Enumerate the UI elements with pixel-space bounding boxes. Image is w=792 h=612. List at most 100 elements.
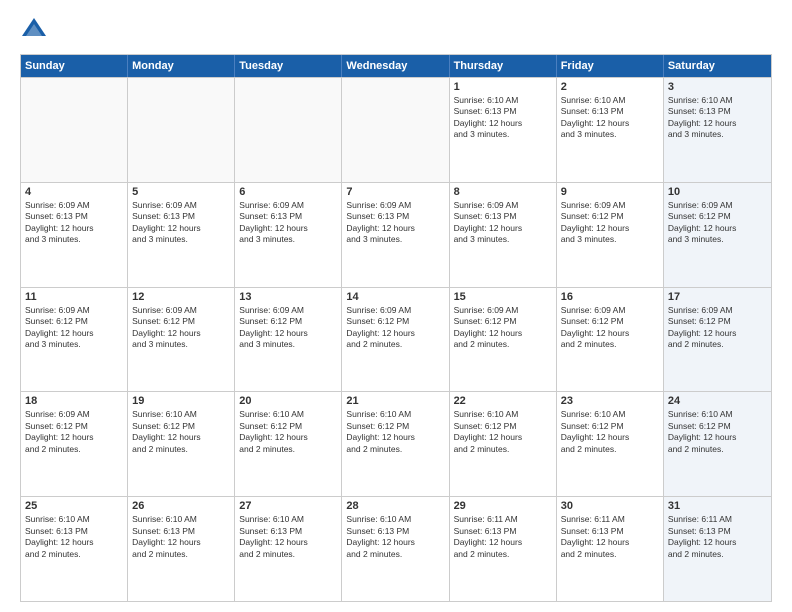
calendar-cell-week2-day3: 6 Sunrise: 6:09 AMSunset: 6:13 PMDaylight… [235, 183, 342, 287]
day-number: 21 [346, 395, 444, 407]
calendar-row-1: 1Sunrise: 6:10 AMSunset: 6:13 PMDaylight… [21, 77, 771, 182]
calendar-cell-week5-day1: 25Sunrise: 6:10 AMSunset: 6:13 PMDayligh… [21, 497, 128, 601]
calendar-cell-week1-day3 [235, 78, 342, 182]
calendar-cell-week1-day5: 1Sunrise: 6:10 AMSunset: 6:13 PMDaylight… [450, 78, 557, 182]
calendar-cell-week5-day4: 28 Sunrise: 6:10 AMSunset: 6:13 PMDayligh… [342, 497, 449, 601]
day-number: 12 [132, 291, 230, 303]
calendar-cell-week2-day6: 9 Sunrise: 6:09 AMSunset: 6:12 PMDaylight… [557, 183, 664, 287]
day-info: Sunrise: 6:09 AMSunset: 6:13 PMDaylight:… [346, 200, 444, 246]
day-number: 28 [346, 500, 444, 512]
header-day-monday: Monday [128, 55, 235, 77]
day-number: 2 [561, 81, 659, 93]
calendar-cell-week2-day5: 8 Sunrise: 6:09 AMSunset: 6:13 PMDaylight… [450, 183, 557, 287]
calendar-cell-week2-day2: 5 Sunrise: 6:09 AMSunset: 6:13 PMDaylight… [128, 183, 235, 287]
calendar-cell-week5-day5: 29Sunrise: 6:11 AMSunset: 6:13 PMDayligh… [450, 497, 557, 601]
calendar-cell-week3-day1: 11Sunrise: 6:09 AMSunset: 6:12 PMDayligh… [21, 288, 128, 392]
day-number: 15 [454, 291, 552, 303]
day-info: Sunrise: 6:09 AMSunset: 6:12 PMDaylight:… [132, 305, 230, 351]
calendar-cell-week3-day4: 14 Sunrise: 6:09 AMSunset: 6:12 PMDayligh… [342, 288, 449, 392]
day-info: Sunrise: 6:09 AMSunset: 6:12 PMDaylight:… [668, 200, 767, 246]
day-number: 9 [561, 186, 659, 198]
calendar-cell-week4-day3: 20 Sunrise: 6:10 AMSunset: 6:12 PMDayligh… [235, 392, 342, 496]
day-info: Sunrise: 6:09 AMSunset: 6:12 PMDaylight:… [239, 305, 337, 351]
day-info: Sunrise: 6:10 AMSunset: 6:13 PMDaylight:… [132, 514, 230, 560]
calendar: SundayMondayTuesdayWednesdayThursdayFrid… [20, 54, 772, 602]
day-info: Sunrise: 6:09 AMSunset: 6:12 PMDaylight:… [561, 305, 659, 351]
header-day-wednesday: Wednesday [342, 55, 449, 77]
calendar-cell-week4-day5: 22 Sunrise: 6:10 AMSunset: 6:12 PMDayligh… [450, 392, 557, 496]
day-number: 27 [239, 500, 337, 512]
calendar-row-2: 4 Sunrise: 6:09 AMSunset: 6:13 PMDaylight… [21, 182, 771, 287]
header [20, 16, 772, 44]
day-info: Sunrise: 6:09 AMSunset: 6:12 PMDaylight:… [561, 200, 659, 246]
day-number: 14 [346, 291, 444, 303]
day-number: 20 [239, 395, 337, 407]
day-number: 29 [454, 500, 552, 512]
calendar-cell-week4-day1: 18 Sunrise: 6:09 AMSunset: 6:12 PMDayligh… [21, 392, 128, 496]
day-info: Sunrise: 6:09 AMSunset: 6:12 PMDaylight:… [346, 305, 444, 351]
calendar-cell-week3-day2: 12 Sunrise: 6:09 AMSunset: 6:12 PMDayligh… [128, 288, 235, 392]
calendar-cell-week3-day5: 15 Sunrise: 6:09 AMSunset: 6:12 PMDayligh… [450, 288, 557, 392]
header-day-saturday: Saturday [664, 55, 771, 77]
calendar-cell-week4-day7: 24Sunrise: 6:10 AMSunset: 6:12 PMDayligh… [664, 392, 771, 496]
calendar-cell-week4-day6: 23 Sunrise: 6:10 AMSunset: 6:12 PMDayligh… [557, 392, 664, 496]
day-number: 30 [561, 500, 659, 512]
calendar-cell-week3-day7: 17 Sunrise: 6:09 AMSunset: 6:12 PMDayligh… [664, 288, 771, 392]
calendar-cell-week5-day3: 27 Sunrise: 6:10 AMSunset: 6:13 PMDayligh… [235, 497, 342, 601]
day-number: 22 [454, 395, 552, 407]
day-info: Sunrise: 6:09 AMSunset: 6:12 PMDaylight:… [454, 305, 552, 351]
day-info: Sunrise: 6:09 AMSunset: 6:12 PMDaylight:… [25, 409, 123, 455]
day-number: 16 [561, 291, 659, 303]
calendar-cell-week1-day6: 2 Sunrise: 6:10 AMSunset: 6:13 PMDaylight… [557, 78, 664, 182]
calendar-row-3: 11Sunrise: 6:09 AMSunset: 6:12 PMDayligh… [21, 287, 771, 392]
day-number: 18 [25, 395, 123, 407]
day-info: Sunrise: 6:09 AMSunset: 6:13 PMDaylight:… [239, 200, 337, 246]
day-number: 17 [668, 291, 767, 303]
header-day-sunday: Sunday [21, 55, 128, 77]
calendar-cell-week3-day6: 16 Sunrise: 6:09 AMSunset: 6:12 PMDayligh… [557, 288, 664, 392]
day-info: Sunrise: 6:10 AMSunset: 6:12 PMDaylight:… [239, 409, 337, 455]
day-info: Sunrise: 6:09 AMSunset: 6:12 PMDaylight:… [25, 305, 123, 351]
calendar-cell-week4-day2: 19 Sunrise: 6:10 AMSunset: 6:12 PMDayligh… [128, 392, 235, 496]
day-info: Sunrise: 6:10 AMSunset: 6:13 PMDaylight:… [668, 95, 767, 141]
header-day-friday: Friday [557, 55, 664, 77]
day-info: Sunrise: 6:10 AMSunset: 6:13 PMDaylight:… [561, 95, 659, 141]
day-info: Sunrise: 6:10 AMSunset: 6:12 PMDaylight:… [454, 409, 552, 455]
day-number: 23 [561, 395, 659, 407]
day-number: 13 [239, 291, 337, 303]
day-number: 6 [239, 186, 337, 198]
calendar-cell-week4-day4: 21Sunrise: 6:10 AMSunset: 6:12 PMDayligh… [342, 392, 449, 496]
day-number: 19 [132, 395, 230, 407]
day-info: Sunrise: 6:11 AMSunset: 6:13 PMDaylight:… [561, 514, 659, 560]
day-info: Sunrise: 6:10 AMSunset: 6:12 PMDaylight:… [132, 409, 230, 455]
calendar-cell-week1-day4 [342, 78, 449, 182]
calendar-cell-week1-day7: 3 Sunrise: 6:10 AMSunset: 6:13 PMDaylight… [664, 78, 771, 182]
calendar-cell-week5-day2: 26Sunrise: 6:10 AMSunset: 6:13 PMDayligh… [128, 497, 235, 601]
header-day-thursday: Thursday [450, 55, 557, 77]
day-info: Sunrise: 6:09 AMSunset: 6:13 PMDaylight:… [132, 200, 230, 246]
calendar-cell-week1-day1 [21, 78, 128, 182]
day-info: Sunrise: 6:10 AMSunset: 6:13 PMDaylight:… [239, 514, 337, 560]
calendar-cell-week5-day6: 30 Sunrise: 6:11 AMSunset: 6:13 PMDayligh… [557, 497, 664, 601]
header-day-tuesday: Tuesday [235, 55, 342, 77]
day-number: 25 [25, 500, 123, 512]
day-info: Sunrise: 6:10 AMSunset: 6:12 PMDaylight:… [561, 409, 659, 455]
day-number: 4 [25, 186, 123, 198]
logo-icon [20, 16, 48, 44]
day-info: Sunrise: 6:10 AMSunset: 6:13 PMDaylight:… [346, 514, 444, 560]
day-info: Sunrise: 6:11 AMSunset: 6:13 PMDaylight:… [668, 514, 767, 560]
calendar-cell-week5-day7: 31Sunrise: 6:11 AMSunset: 6:13 PMDayligh… [664, 497, 771, 601]
calendar-cell-week3-day3: 13 Sunrise: 6:09 AMSunset: 6:12 PMDayligh… [235, 288, 342, 392]
day-info: Sunrise: 6:09 AMSunset: 6:12 PMDaylight:… [668, 305, 767, 351]
day-info: Sunrise: 6:10 AMSunset: 6:12 PMDaylight:… [668, 409, 767, 455]
day-number: 7 [346, 186, 444, 198]
calendar-header-row: SundayMondayTuesdayWednesdayThursdayFrid… [21, 55, 771, 77]
day-number: 8 [454, 186, 552, 198]
day-number: 5 [132, 186, 230, 198]
calendar-cell-week2-day1: 4Sunrise: 6:09 AMSunset: 6:13 PMDaylight… [21, 183, 128, 287]
day-number: 3 [668, 81, 767, 93]
day-info: Sunrise: 6:09 AMSunset: 6:13 PMDaylight:… [454, 200, 552, 246]
page: SundayMondayTuesdayWednesdayThursdayFrid… [0, 0, 792, 612]
calendar-body: 1Sunrise: 6:10 AMSunset: 6:13 PMDaylight… [21, 77, 771, 601]
calendar-row-5: 25 Sunrise: 6:10 AMSunset: 6:13 PMDayligh… [21, 496, 771, 601]
